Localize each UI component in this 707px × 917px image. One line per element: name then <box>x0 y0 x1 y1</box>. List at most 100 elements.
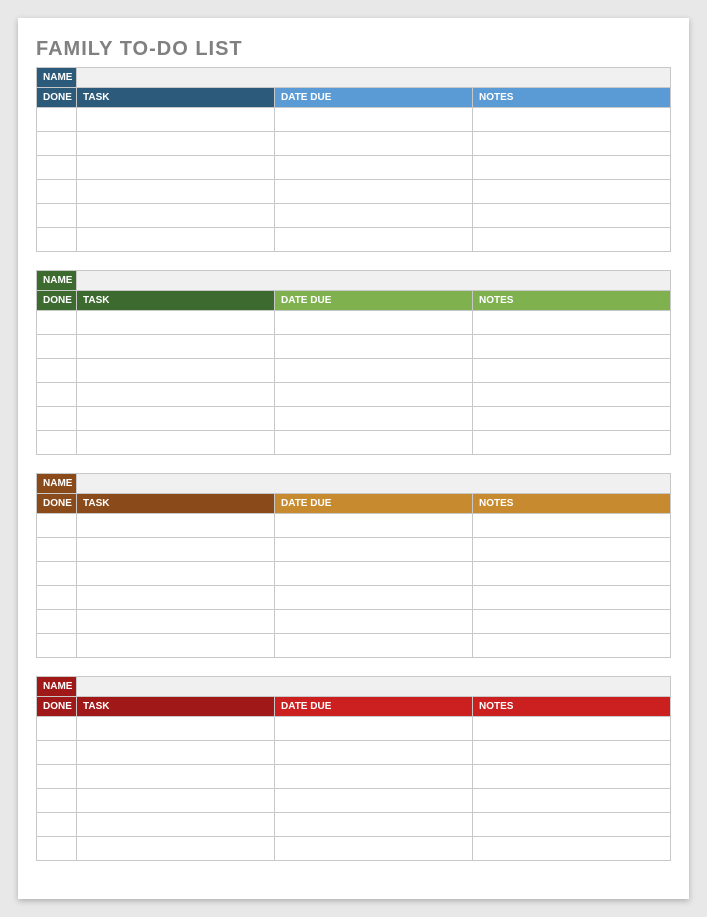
name-input[interactable] <box>77 474 671 494</box>
cell-task[interactable] <box>77 741 275 765</box>
cell-task[interactable] <box>77 431 275 455</box>
cell-task[interactable] <box>77 156 275 180</box>
cell-task[interactable] <box>77 108 275 132</box>
cell-task[interactable] <box>77 813 275 837</box>
cell-date-due[interactable] <box>275 837 473 861</box>
cell-task[interactable] <box>77 634 275 658</box>
cell-done[interactable] <box>37 407 77 431</box>
cell-date-due[interactable] <box>275 813 473 837</box>
cell-done[interactable] <box>37 359 77 383</box>
cell-notes[interactable] <box>473 741 671 765</box>
cell-task[interactable] <box>77 180 275 204</box>
cell-done[interactable] <box>37 228 77 252</box>
cell-notes[interactable] <box>473 383 671 407</box>
name-input[interactable] <box>77 271 671 291</box>
cell-date-due[interactable] <box>275 634 473 658</box>
cell-task[interactable] <box>77 359 275 383</box>
cell-done[interactable] <box>37 311 77 335</box>
cell-notes[interactable] <box>473 610 671 634</box>
cell-task[interactable] <box>77 538 275 562</box>
cell-date-due[interactable] <box>275 311 473 335</box>
cell-done[interactable] <box>37 383 77 407</box>
cell-notes[interactable] <box>473 586 671 610</box>
cell-date-due[interactable] <box>275 204 473 228</box>
cell-done[interactable] <box>37 514 77 538</box>
cell-done[interactable] <box>37 204 77 228</box>
cell-task[interactable] <box>77 514 275 538</box>
name-input[interactable] <box>77 677 671 697</box>
cell-task[interactable] <box>77 335 275 359</box>
cell-date-due[interactable] <box>275 586 473 610</box>
cell-date-due[interactable] <box>275 431 473 455</box>
cell-task[interactable] <box>77 586 275 610</box>
cell-notes[interactable] <box>473 311 671 335</box>
cell-done[interactable] <box>37 789 77 813</box>
cell-date-due[interactable] <box>275 383 473 407</box>
cell-task[interactable] <box>77 204 275 228</box>
cell-date-due[interactable] <box>275 610 473 634</box>
cell-task[interactable] <box>77 789 275 813</box>
cell-notes[interactable] <box>473 538 671 562</box>
cell-notes[interactable] <box>473 789 671 813</box>
cell-date-due[interactable] <box>275 335 473 359</box>
cell-task[interactable] <box>77 562 275 586</box>
cell-task[interactable] <box>77 610 275 634</box>
cell-done[interactable] <box>37 813 77 837</box>
cell-notes[interactable] <box>473 228 671 252</box>
cell-date-due[interactable] <box>275 717 473 741</box>
cell-task[interactable] <box>77 717 275 741</box>
cell-date-due[interactable] <box>275 156 473 180</box>
cell-date-due[interactable] <box>275 538 473 562</box>
cell-notes[interactable] <box>473 813 671 837</box>
cell-date-due[interactable] <box>275 765 473 789</box>
cell-task[interactable] <box>77 837 275 861</box>
cell-done[interactable] <box>37 562 77 586</box>
cell-done[interactable] <box>37 132 77 156</box>
cell-date-due[interactable] <box>275 180 473 204</box>
cell-done[interactable] <box>37 610 77 634</box>
cell-done[interactable] <box>37 586 77 610</box>
cell-notes[interactable] <box>473 156 671 180</box>
cell-task[interactable] <box>77 132 275 156</box>
cell-done[interactable] <box>37 335 77 359</box>
cell-done[interactable] <box>37 765 77 789</box>
cell-notes[interactable] <box>473 335 671 359</box>
cell-notes[interactable] <box>473 180 671 204</box>
cell-notes[interactable] <box>473 765 671 789</box>
cell-date-due[interactable] <box>275 228 473 252</box>
cell-task[interactable] <box>77 311 275 335</box>
cell-done[interactable] <box>37 156 77 180</box>
cell-task[interactable] <box>77 228 275 252</box>
cell-notes[interactable] <box>473 562 671 586</box>
cell-notes[interactable] <box>473 204 671 228</box>
cell-notes[interactable] <box>473 407 671 431</box>
cell-date-due[interactable] <box>275 108 473 132</box>
cell-notes[interactable] <box>473 108 671 132</box>
cell-notes[interactable] <box>473 717 671 741</box>
cell-notes[interactable] <box>473 837 671 861</box>
cell-notes[interactable] <box>473 634 671 658</box>
cell-done[interactable] <box>37 108 77 132</box>
cell-done[interactable] <box>37 717 77 741</box>
cell-date-due[interactable] <box>275 407 473 431</box>
cell-date-due[interactable] <box>275 562 473 586</box>
cell-done[interactable] <box>37 538 77 562</box>
cell-task[interactable] <box>77 765 275 789</box>
cell-notes[interactable] <box>473 359 671 383</box>
name-input[interactable] <box>77 68 671 88</box>
cell-notes[interactable] <box>473 132 671 156</box>
cell-task[interactable] <box>77 407 275 431</box>
cell-task[interactable] <box>77 383 275 407</box>
cell-date-due[interactable] <box>275 514 473 538</box>
cell-done[interactable] <box>37 634 77 658</box>
cell-done[interactable] <box>37 180 77 204</box>
cell-date-due[interactable] <box>275 741 473 765</box>
cell-date-due[interactable] <box>275 359 473 383</box>
cell-done[interactable] <box>37 741 77 765</box>
cell-date-due[interactable] <box>275 789 473 813</box>
cell-notes[interactable] <box>473 514 671 538</box>
cell-done[interactable] <box>37 431 77 455</box>
cell-date-due[interactable] <box>275 132 473 156</box>
cell-done[interactable] <box>37 837 77 861</box>
cell-notes[interactable] <box>473 431 671 455</box>
